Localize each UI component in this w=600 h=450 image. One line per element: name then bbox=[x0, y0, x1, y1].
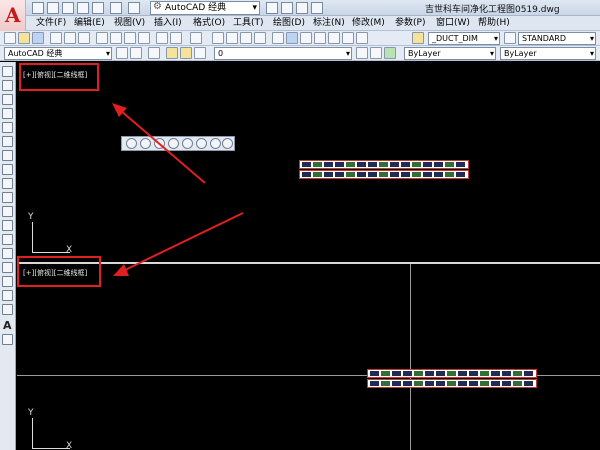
annotation-arrows bbox=[112, 103, 244, 276]
arrow-line-bottom bbox=[122, 212, 244, 272]
arrow-line-top bbox=[119, 109, 206, 184]
